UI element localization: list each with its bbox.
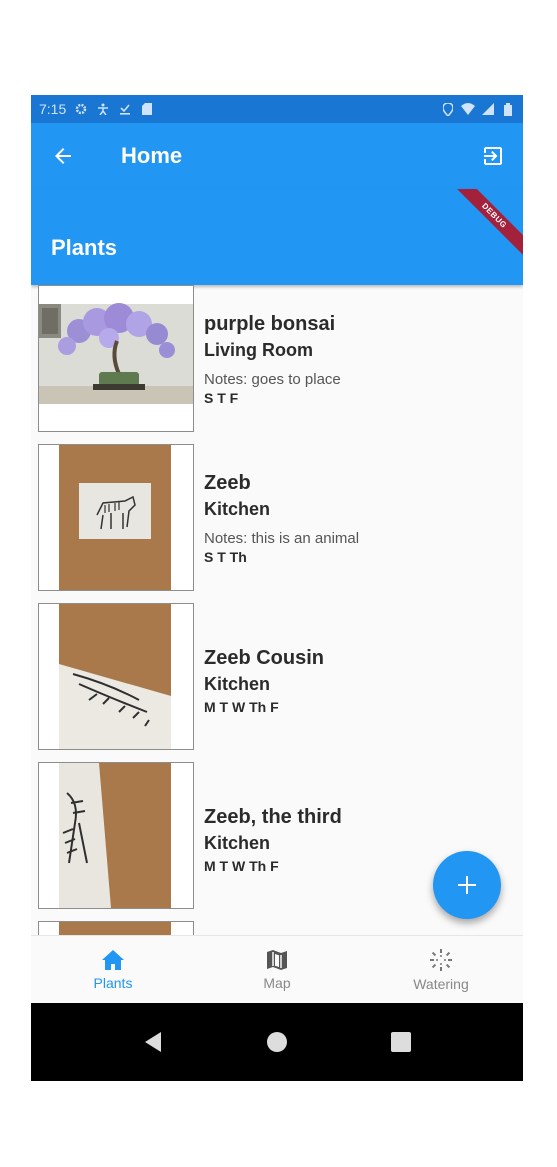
wifi-icon (461, 102, 475, 116)
section-title: Plants (51, 235, 118, 260)
plant-notes: Notes: goes to place (204, 371, 341, 388)
circle-home-icon (267, 1032, 287, 1052)
nav-item-plants[interactable]: Plants (31, 936, 195, 1003)
sprinkler-icon (430, 948, 452, 971)
square-recents-icon (391, 1032, 411, 1052)
back-button[interactable] (35, 128, 91, 184)
nav-item-watering[interactable]: Watering (359, 936, 523, 1003)
nav-label: Watering (413, 975, 469, 992)
logout-icon (484, 147, 502, 165)
triangle-back-icon (145, 1032, 161, 1052)
system-recents-button[interactable] (381, 1022, 421, 1062)
plant-photo (38, 444, 194, 591)
plant-list-item[interactable]: purple bonsai Living Room Notes: goes to… (31, 285, 523, 444)
nav-item-map[interactable]: Map (195, 936, 359, 1003)
plant-name: Zeeb, the third (204, 806, 342, 828)
app-bar: Home (31, 123, 523, 189)
home-icon (102, 949, 124, 970)
plant-name: Zeeb (204, 472, 251, 494)
plant-watering-days: M T W Th F (204, 858, 279, 874)
page-title: Home (121, 143, 183, 168)
add-plant-button[interactable] (433, 851, 501, 919)
signal-icon (481, 102, 495, 116)
plant-list-item[interactable] (31, 921, 523, 935)
plant-photo (38, 603, 194, 750)
plant-info: purple bonsai Living Room Notes: goes to… (204, 313, 341, 406)
status-time: 7:15 (39, 101, 67, 117)
plant-watering-days: S T Th (204, 549, 247, 565)
plant-room: Kitchen (204, 833, 271, 853)
plant-photo (38, 762, 194, 909)
system-home-button[interactable] (257, 1022, 297, 1062)
plant-name: Zeeb Cousin (204, 647, 325, 669)
bottom-navigation: Plants Map Watering (31, 935, 523, 1003)
plant-list[interactable]: purple bonsai Living Room Notes: goes to… (31, 285, 523, 935)
battery-icon (501, 102, 515, 116)
logout-button[interactable] (473, 136, 513, 176)
nav-label: Plants (93, 974, 133, 991)
plant-photo (38, 285, 194, 432)
plant-watering-days: S T F (204, 390, 239, 406)
plant-notes: Notes: this is an animal (204, 530, 360, 547)
plant-watering-days: M T W Th F (204, 699, 279, 715)
plant-info: Zeeb Cousin Kitchen M T W Th F (204, 647, 324, 715)
plant-photo (38, 921, 194, 935)
plant-info: Zeeb Kitchen Notes: this is an animal S … (204, 472, 359, 565)
section-header: Plants DEBUG (31, 189, 523, 285)
accessibility-icon (96, 102, 110, 116)
plant-name: purple bonsai (204, 313, 336, 335)
phone-screen: 7:15 Home Plants DEBUG purple bonsai Liv… (31, 95, 523, 1081)
arrow-back-icon (55, 148, 71, 164)
plant-room: Kitchen (204, 674, 271, 694)
plant-room: Kitchen (204, 499, 271, 519)
debug-banner: DEBUG (450, 189, 523, 260)
status-bar: 7:15 (31, 95, 523, 123)
download-done-icon (118, 102, 132, 116)
location-icon (441, 102, 455, 116)
map-icon (267, 949, 287, 970)
system-back-button[interactable] (133, 1022, 173, 1062)
sd-card-icon (140, 102, 154, 116)
plant-list-item[interactable]: Zeeb Cousin Kitchen M T W Th F (31, 603, 523, 762)
plant-room: Living Room (204, 340, 313, 360)
settings-icon (74, 102, 88, 116)
plant-list-item[interactable]: Zeeb Kitchen Notes: this is an animal S … (31, 444, 523, 603)
plant-info: Zeeb, the third Kitchen M T W Th F (204, 806, 342, 874)
nav-label: Map (263, 974, 291, 991)
system-navigation-bar (31, 1003, 523, 1081)
plus-icon (458, 876, 476, 894)
